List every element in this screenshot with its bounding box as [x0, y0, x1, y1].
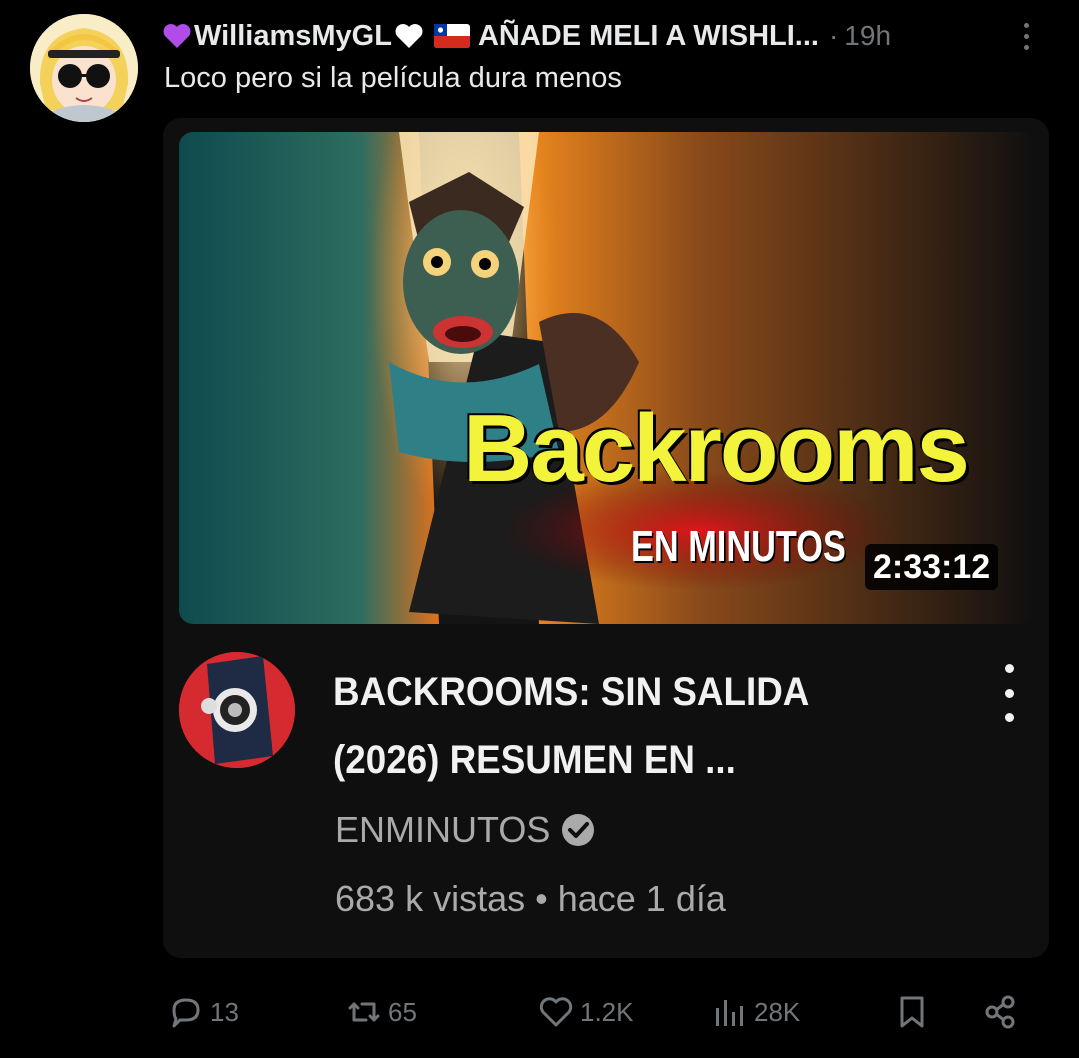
display-name-text: WilliamsMyGL — [194, 19, 392, 52]
thumbnail-subtitle: EN MINUTOS — [631, 522, 846, 571]
header-separator: · — [828, 20, 839, 51]
video-age: hace 1 día — [557, 878, 726, 919]
reply-count: 13 — [210, 996, 239, 1027]
channel-name: ENMINUTOS — [335, 809, 551, 850]
video-menu-button[interactable] — [997, 664, 1021, 722]
chile-flag-icon — [433, 24, 470, 48]
repost-count: 65 — [388, 996, 417, 1027]
repost-button[interactable]: 65 — [344, 984, 417, 1040]
video-title[interactable]: BACKROOMS: SIN SALIDA (2026) RESUMEN EN … — [333, 658, 922, 794]
stats-separator: • — [535, 878, 548, 919]
reply-icon — [172, 998, 200, 1028]
video-stats: 683 k vistas • hace 1 día — [335, 878, 726, 920]
repost-icon — [348, 1002, 380, 1022]
video-title-line-1: BACKROOMS: SIN SALIDA — [333, 670, 810, 714]
verified-check-icon — [562, 814, 595, 846]
video-card[interactable]: Backrooms EN MINUTOS 2:33:12 BACKROOMS: … — [163, 118, 1049, 958]
display-name[interactable]: WilliamsMyGL AÑADE MELI A WISHLI... — [162, 20, 819, 53]
video-duration-badge: 2:33:12 — [865, 544, 999, 590]
heart-icon — [539, 997, 573, 1027]
post-time[interactable]: 19h — [844, 20, 891, 52]
post-header: WilliamsMyGL AÑADE MELI A WISHLI... · 19… — [162, 14, 1042, 58]
post-action-bar: 13 65 1.2K 28K — [162, 984, 1032, 1040]
display-name-suffix: AÑADE MELI A WISHLI... — [477, 19, 819, 52]
bookmark-button[interactable] — [892, 984, 932, 1040]
bookmark-icon — [900, 996, 924, 1028]
reply-button[interactable]: 13 — [166, 984, 239, 1040]
channel-avatar[interactable] — [179, 652, 295, 768]
like-count: 1.2K — [580, 996, 634, 1027]
channel-row[interactable]: ENMINUTOS — [335, 808, 596, 852]
views-count: 28K — [754, 996, 801, 1027]
video-views: 683 k vistas — [335, 878, 526, 919]
more-vertical-icon — [1004, 664, 1014, 673]
user-avatar[interactable] — [30, 14, 138, 122]
share-button[interactable] — [980, 984, 1020, 1040]
more-options-button[interactable] — [1012, 14, 1040, 58]
more-vertical-icon — [1023, 22, 1029, 28]
purple-heart-icon — [163, 24, 191, 48]
video-thumbnail[interactable]: Backrooms EN MINUTOS 2:33:12 — [179, 132, 1033, 624]
post-text: Loco pero si la película dura menos — [164, 62, 622, 94]
thumbnail-title: Backrooms — [463, 395, 970, 502]
views-chart-icon — [716, 1000, 743, 1026]
channel-logo-icon — [179, 652, 295, 768]
share-icon — [985, 995, 1015, 1029]
white-heart-icon — [395, 24, 423, 48]
views-button[interactable]: 28K — [710, 984, 800, 1040]
video-title-line-2: (2026) RESUMEN EN ... — [333, 738, 736, 782]
like-button[interactable]: 1.2K — [536, 984, 634, 1040]
